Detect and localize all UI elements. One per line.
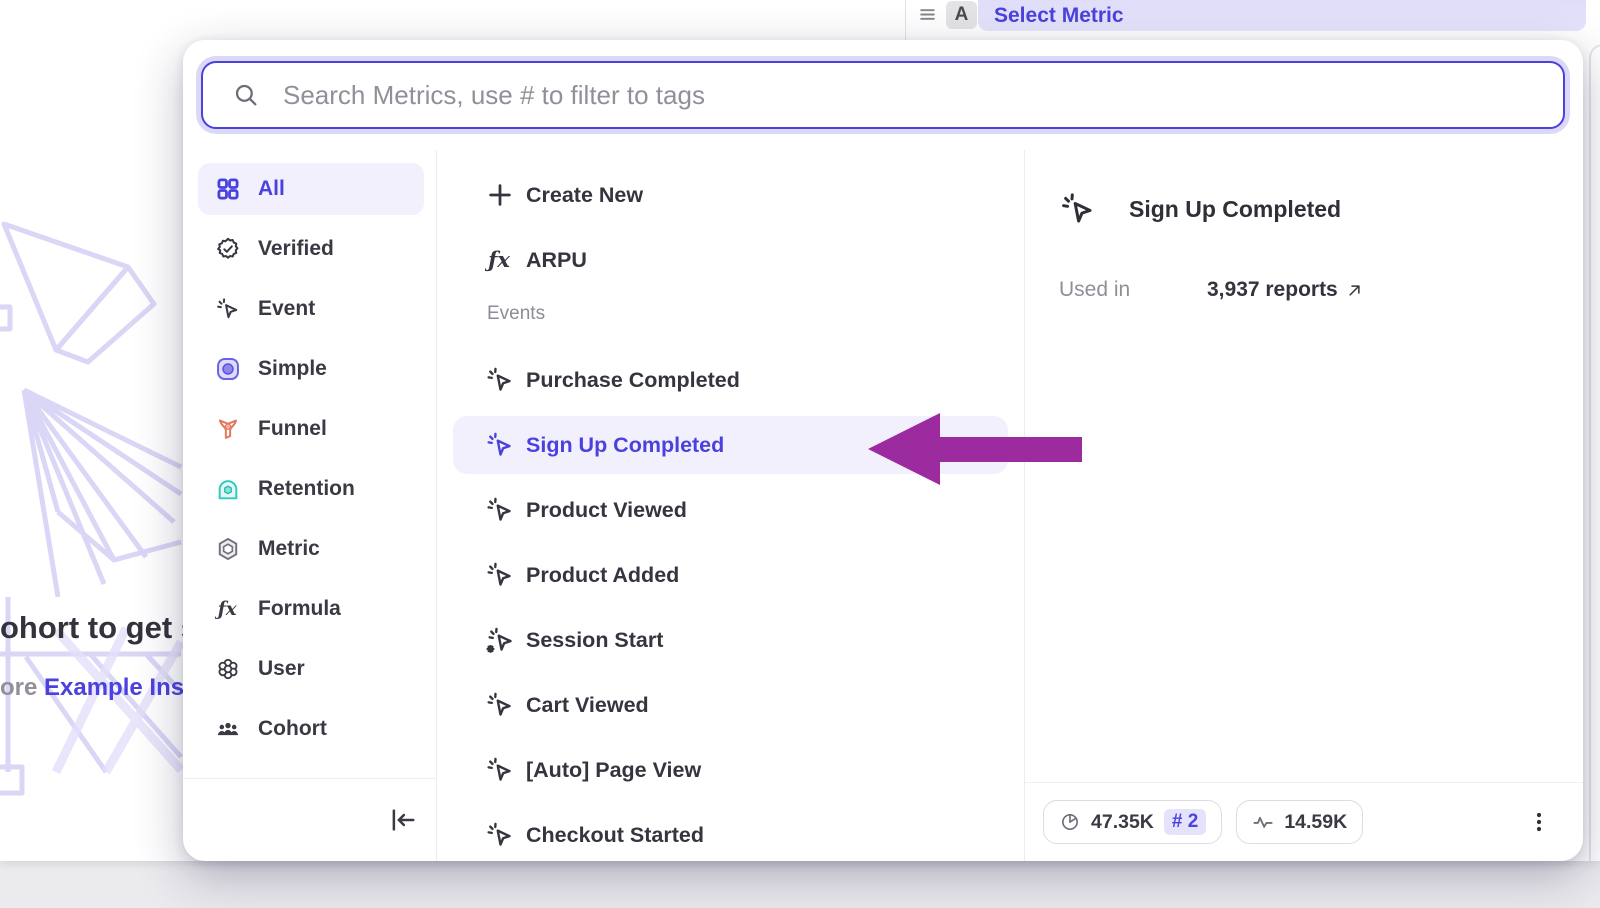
formula-icon: [215, 596, 241, 622]
pie-chart-icon: [1059, 811, 1081, 833]
event-label: Product Viewed: [526, 498, 687, 523]
modal-body: All Verified Event Simple Funnel Retention Met…: [183, 150, 1583, 861]
event-icon: [215, 296, 241, 322]
funnel-icon: [215, 416, 241, 442]
sidebar-item-label: All: [258, 177, 285, 201]
event-icon: [485, 560, 515, 590]
metric-row-label: ARPU: [526, 248, 587, 273]
metric-detail-panel: Sign Up Completed Used in 3,937 reports …: [1025, 150, 1583, 861]
sidebar-item-label: Formula: [258, 597, 341, 621]
plus-icon: [485, 180, 515, 210]
sidebar-item-metric[interactable]: Metric: [198, 523, 424, 575]
event-icon: [485, 430, 515, 460]
create-new-button[interactable]: Create New: [453, 166, 1008, 224]
more-options-icon[interactable]: [1527, 810, 1551, 834]
sidebar-item-label: Cohort: [258, 717, 327, 741]
link-prefix-fragment: ore: [0, 674, 44, 701]
simple-icon: [215, 356, 241, 382]
event-label: Cart Viewed: [526, 693, 649, 718]
select-metric-bar[interactable]: Select Metric: [978, 0, 1586, 31]
metric-row-arpu[interactable]: ARPU: [453, 231, 1008, 289]
event-label: Checkout Started: [526, 823, 704, 848]
pulse-icon: [1252, 811, 1274, 833]
weekly-count-value: 14.59K: [1284, 811, 1347, 834]
sidebar-item-label: Event: [258, 297, 315, 321]
used-in-label: Used in: [1059, 278, 1207, 302]
total-count-pill[interactable]: 47.35K # 2: [1043, 800, 1222, 844]
sidebar-item-label: Simple: [258, 357, 327, 381]
event-label: Purchase Completed: [526, 368, 740, 393]
background-headline-fragment: ohort to get s: [0, 610, 198, 646]
event-label: [Auto] Page View: [526, 758, 701, 783]
event-icon: [485, 755, 515, 785]
sidebar-item-label: Verified: [258, 237, 334, 261]
rank-chip: # 2: [1164, 809, 1206, 835]
event-label: Sign Up Completed: [526, 433, 724, 458]
sidebar-item-event[interactable]: Event: [198, 283, 424, 335]
collapse-sidebar-icon[interactable]: [387, 805, 417, 835]
metric-list: Create New ARPU Events Purchase Complete…: [437, 150, 1025, 861]
sidebar-item-funnel[interactable]: Funnel: [198, 403, 424, 455]
reports-link[interactable]: 3,937 reports: [1207, 278, 1362, 302]
event-row-product-added[interactable]: Product Added: [453, 546, 1008, 604]
sidebar-footer: [183, 778, 436, 861]
search-icon: [233, 82, 259, 108]
category-sidebar: All Verified Event Simple Funnel Retention Met…: [183, 150, 437, 861]
sidebar-item-label: User: [258, 657, 305, 681]
select-metric-label: Select Metric: [994, 4, 1124, 28]
event-icon: [485, 690, 515, 720]
sidebar-item-label: Metric: [258, 537, 320, 561]
metric-icon: [215, 536, 241, 562]
sidebar-item-retention[interactable]: Retention: [198, 463, 424, 515]
event-row-purchase-completed[interactable]: Purchase Completed: [453, 351, 1008, 409]
detail-header: Sign Up Completed: [1025, 150, 1583, 228]
events-section-header: Events: [487, 303, 1024, 331]
search-focus-ring: [196, 56, 1570, 134]
sidebar-item-all[interactable]: All: [198, 163, 424, 215]
external-arrow-icon: [1347, 283, 1362, 298]
event-row-sign-up-completed[interactable]: Sign Up Completed: [453, 416, 1008, 474]
total-count-value: 47.35K: [1091, 811, 1154, 834]
event-icon: [485, 365, 515, 395]
event-icon: [485, 495, 515, 525]
event-star-icon: [485, 625, 515, 655]
event-row-checkout-started[interactable]: Checkout Started: [453, 806, 1008, 861]
event-row-auto-page-view[interactable]: [Auto] Page View: [453, 741, 1008, 799]
example-insights-link[interactable]: Example Ins: [44, 674, 184, 701]
sidebar-item-label: Funnel: [258, 417, 327, 441]
drag-handle-icon[interactable]: [918, 5, 937, 24]
event-row-session-start[interactable]: Session Start: [453, 611, 1008, 669]
panel-divider: [905, 0, 906, 42]
event-row-product-viewed[interactable]: Product Viewed: [453, 481, 1008, 539]
event-icon: [485, 820, 515, 850]
verified-icon: [215, 236, 241, 262]
background-link-line: ore Example Ins: [0, 674, 184, 702]
sidebar-item-cohort[interactable]: Cohort: [198, 703, 424, 755]
sidebar-item-formula[interactable]: Formula: [198, 583, 424, 635]
used-in-row: Used in 3,937 reports: [1059, 278, 1583, 302]
metric-letter-badge[interactable]: A: [946, 1, 977, 29]
create-new-label: Create New: [526, 183, 643, 208]
sidebar-item-label: Retention: [258, 477, 355, 501]
sidebar-item-simple[interactable]: Simple: [198, 343, 424, 395]
weekly-count-pill[interactable]: 14.59K: [1236, 800, 1363, 844]
user-icon: [215, 656, 241, 682]
detail-title: Sign Up Completed: [1129, 196, 1341, 223]
detail-footer: 47.35K # 2 14.59K: [1025, 782, 1583, 861]
cohort-icon: [215, 716, 241, 742]
event-row-cart-viewed[interactable]: Cart Viewed: [453, 676, 1008, 734]
search-input[interactable]: [283, 80, 1563, 111]
sidebar-item-user[interactable]: User: [198, 643, 424, 695]
event-label: Session Start: [526, 628, 663, 653]
metric-picker-modal: All Verified Event Simple Funnel Retention Met…: [183, 40, 1583, 861]
formula-icon: [485, 245, 515, 275]
event-label: Product Added: [526, 563, 679, 588]
retention-icon: [215, 476, 241, 502]
search-box: [201, 61, 1565, 129]
grid-icon: [215, 176, 241, 202]
event-icon: [1059, 190, 1097, 228]
background-right-panel-edge: [1589, 44, 1600, 861]
reports-link-text: 3,937 reports: [1207, 278, 1338, 302]
sidebar-item-verified[interactable]: Verified: [198, 223, 424, 275]
